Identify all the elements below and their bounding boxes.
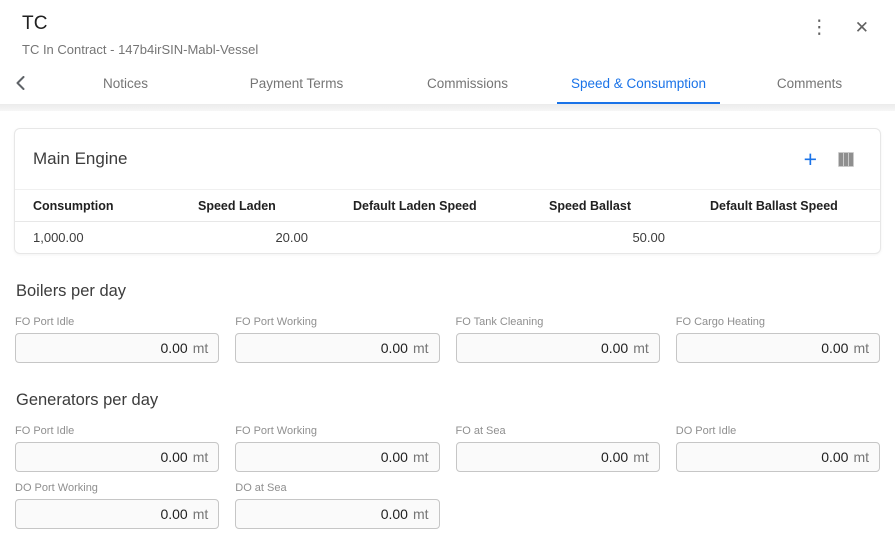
field-generators-do-at-sea: DO at Sea 0.00 mt bbox=[235, 482, 439, 529]
active-tab-underline bbox=[557, 102, 720, 104]
tab-label: Speed & Consumption bbox=[571, 76, 706, 91]
field-value: 0.00 bbox=[821, 449, 848, 465]
field-label: FO Port Working bbox=[235, 425, 439, 437]
fo-port-working-input[interactable]: 0.00 mt bbox=[235, 333, 439, 363]
boilers-fields: FO Port Idle 0.00 mt FO Port Working 0.0… bbox=[14, 316, 881, 363]
field-label: DO at Sea bbox=[235, 482, 439, 494]
fo-port-idle-input[interactable]: 0.00 mt bbox=[15, 333, 219, 363]
gen-fo-port-working-input[interactable]: 0.00 mt bbox=[235, 442, 439, 472]
field-unit: mt bbox=[633, 340, 649, 356]
generators-section-title: Generators per day bbox=[16, 391, 879, 410]
chevron-left-glyph bbox=[16, 76, 25, 90]
field-label: DO Port Idle bbox=[676, 425, 880, 437]
field-unit: mt bbox=[193, 449, 209, 465]
field-value: 0.00 bbox=[601, 340, 628, 356]
columns-bar bbox=[839, 153, 843, 166]
field-value: 0.00 bbox=[821, 340, 848, 356]
main-engine-actions: + bbox=[804, 148, 854, 171]
gen-fo-port-idle-input[interactable]: 0.00 mt bbox=[15, 442, 219, 472]
field-unit: mt bbox=[193, 506, 209, 522]
field-label: FO Cargo Heating bbox=[676, 316, 880, 328]
field-generators-do-port-idle: DO Port Idle 0.00 mt bbox=[676, 425, 880, 472]
fo-tank-cleaning-input[interactable]: 0.00 mt bbox=[456, 333, 660, 363]
tab-comments[interactable]: Comments bbox=[724, 62, 895, 104]
cell-speed-laden: 20.00 bbox=[198, 230, 353, 245]
field-boilers-fo-tank-cleaning: FO Tank Cleaning 0.00 mt bbox=[456, 316, 660, 363]
add-row-icon[interactable]: + bbox=[804, 148, 817, 171]
field-label: FO Tank Cleaning bbox=[456, 316, 660, 328]
field-generators-fo-port-idle: FO Port Idle 0.00 mt bbox=[15, 425, 219, 472]
page-title: TC bbox=[22, 13, 873, 35]
field-boilers-fo-cargo-heating: FO Cargo Heating 0.00 mt bbox=[676, 316, 880, 363]
field-unit: mt bbox=[633, 449, 649, 465]
field-unit: mt bbox=[193, 340, 209, 356]
columns-icon[interactable] bbox=[838, 152, 854, 167]
col-header-speed-ballast: Speed Ballast bbox=[549, 199, 710, 213]
page-subtitle: TC In Contract - 147b4irSIN-Mabl-Vessel bbox=[22, 42, 873, 57]
chevron-left-icon[interactable] bbox=[0, 62, 40, 104]
cell-consumption: 1,000.00 bbox=[33, 230, 198, 245]
field-label: FO at Sea bbox=[456, 425, 660, 437]
tab-commissions[interactable]: Commissions bbox=[382, 62, 553, 104]
tabbar-shadow bbox=[0, 104, 895, 111]
field-unit: mt bbox=[853, 449, 869, 465]
tab-label: Comments bbox=[777, 76, 842, 91]
field-value: 0.00 bbox=[381, 449, 408, 465]
field-label: FO Port Idle bbox=[15, 425, 219, 437]
main-engine-card: Main Engine + Consumption Speed Laden De… bbox=[14, 128, 881, 254]
field-boilers-fo-port-working: FO Port Working 0.00 mt bbox=[235, 316, 439, 363]
main-engine-title: Main Engine bbox=[33, 149, 128, 169]
close-icon[interactable]: ✕ bbox=[855, 19, 869, 36]
field-label: DO Port Working bbox=[15, 482, 219, 494]
field-unit: mt bbox=[853, 340, 869, 356]
field-value: 0.00 bbox=[381, 506, 408, 522]
field-boilers-fo-port-idle: FO Port Idle 0.00 mt bbox=[15, 316, 219, 363]
main-engine-header: Main Engine + bbox=[15, 129, 880, 189]
kebab-menu-icon[interactable]: ⋮ bbox=[810, 18, 829, 37]
gen-do-port-idle-input[interactable]: 0.00 mt bbox=[676, 442, 880, 472]
columns-bar bbox=[849, 153, 853, 166]
dialog-header: TC TC In Contract - 147b4irSIN-Mabl-Vess… bbox=[0, 0, 895, 62]
gen-do-at-sea-input[interactable]: 0.00 mt bbox=[235, 499, 439, 529]
field-generators-fo-port-working: FO Port Working 0.00 mt bbox=[235, 425, 439, 472]
tab-notices[interactable]: Notices bbox=[40, 62, 211, 104]
field-value: 0.00 bbox=[601, 449, 628, 465]
main-engine-table-header: Consumption Speed Laden Default Laden Sp… bbox=[15, 189, 880, 222]
col-header-speed-laden: Speed Laden bbox=[198, 199, 353, 213]
field-value: 0.00 bbox=[160, 340, 187, 356]
columns-bar bbox=[844, 153, 848, 166]
field-unit: mt bbox=[413, 449, 429, 465]
field-label: FO Port Working bbox=[235, 316, 439, 328]
gen-fo-at-sea-input[interactable]: 0.00 mt bbox=[456, 442, 660, 472]
cell-speed-ballast: 50.00 bbox=[549, 230, 710, 245]
field-unit: mt bbox=[413, 340, 429, 356]
field-value: 0.00 bbox=[160, 506, 187, 522]
tab-label: Payment Terms bbox=[250, 76, 344, 91]
col-header-default-laden-speed: Default Laden Speed bbox=[353, 199, 549, 213]
field-label: FO Port Idle bbox=[15, 316, 219, 328]
field-generators-fo-at-sea: FO at Sea 0.00 mt bbox=[456, 425, 660, 472]
tab-label: Commissions bbox=[427, 76, 508, 91]
field-value: 0.00 bbox=[381, 340, 408, 356]
tab-bar: Notices Payment Terms Commissions Speed … bbox=[0, 62, 895, 104]
tab-label: Notices bbox=[103, 76, 148, 91]
field-value: 0.00 bbox=[160, 449, 187, 465]
main-engine-table-row[interactable]: 1,000.00 20.00 50.00 bbox=[15, 222, 880, 253]
field-unit: mt bbox=[413, 506, 429, 522]
tab-speed-consumption[interactable]: Speed & Consumption bbox=[553, 62, 724, 104]
boilers-section-title: Boilers per day bbox=[16, 282, 879, 301]
fo-cargo-heating-input[interactable]: 0.00 mt bbox=[676, 333, 880, 363]
header-actions: ⋮ ✕ bbox=[810, 18, 869, 37]
field-generators-do-port-working: DO Port Working 0.00 mt bbox=[15, 482, 219, 529]
gen-do-port-working-input[interactable]: 0.00 mt bbox=[15, 499, 219, 529]
speed-consumption-panel: Main Engine + Consumption Speed Laden De… bbox=[0, 111, 895, 529]
generators-fields: FO Port Idle 0.00 mt FO Port Working 0.0… bbox=[14, 425, 881, 529]
col-header-default-ballast-speed: Default Ballast Speed bbox=[710, 199, 862, 213]
tab-payment-terms[interactable]: Payment Terms bbox=[211, 62, 382, 104]
col-header-consumption: Consumption bbox=[33, 199, 198, 213]
